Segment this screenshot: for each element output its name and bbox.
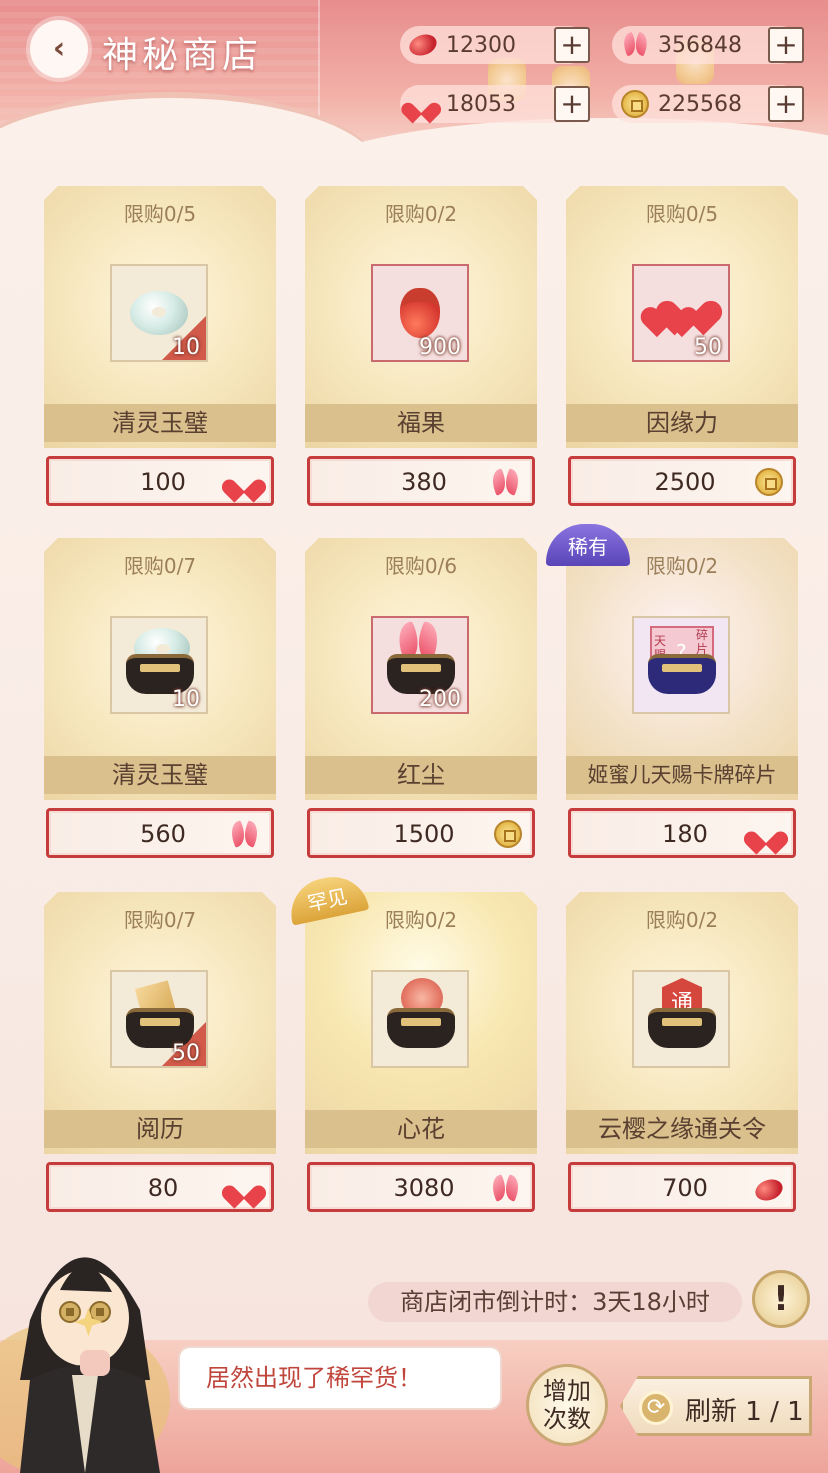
- shop-item[interactable]: 限购0/7 10 清灵玉璧 560: [44, 538, 276, 860]
- currency-value: 225568: [658, 91, 742, 117]
- page-title: 神秘商店: [102, 35, 263, 76]
- item-quantity: 200: [419, 687, 461, 712]
- buy-button[interactable]: 1500: [307, 808, 535, 858]
- rarity-label: 稀有: [568, 534, 608, 559]
- buy-button[interactable]: 100: [46, 456, 274, 506]
- item-name: 福果: [305, 404, 537, 442]
- coin-icon: [620, 89, 650, 119]
- butterfly-icon: [490, 1174, 522, 1210]
- currency-value: 356848: [658, 32, 742, 58]
- buy-button[interactable]: 380: [307, 456, 535, 506]
- refresh-button[interactable]: ⟳ 刷新 1 / 1: [620, 1376, 812, 1436]
- add-count-label-1: 增加: [543, 1377, 591, 1405]
- hearts-icon: [651, 288, 711, 338]
- shop-close-countdown: 商店闭市倒计时：3天18小时: [368, 1282, 742, 1322]
- butterfly-icon: [620, 30, 650, 60]
- purchase-limit: 限购0/5: [123, 202, 197, 226]
- item-quantity: 900: [419, 335, 461, 360]
- shop-item[interactable]: 限购0/7 50 阅历 80: [44, 892, 276, 1214]
- item-quantity: 10: [172, 687, 200, 712]
- refresh-icon: ⟳: [639, 1391, 673, 1425]
- buy-button[interactable]: 2500: [568, 456, 796, 506]
- item-name: 因缘力: [566, 404, 798, 442]
- item-name: 清灵玉璧: [44, 404, 276, 442]
- add-count-button[interactable]: 增加 次数: [526, 1364, 608, 1446]
- refresh-label: 刷新 1 / 1: [685, 1397, 804, 1427]
- red-bean-icon: [752, 1174, 786, 1206]
- header-bar: [0, 0, 828, 160]
- purchase-limit: 限购0/2: [645, 908, 719, 932]
- item-quantity: 50: [172, 1041, 200, 1066]
- add-coin-button[interactable]: +: [768, 86, 804, 122]
- pouch-icon: [648, 1008, 716, 1048]
- pouch-icon: [648, 654, 716, 694]
- coin-icon: [755, 468, 783, 502]
- chevron-left-icon: ‹: [52, 31, 66, 66]
- item-slot: 天赐 碎片 ?: [632, 616, 730, 714]
- buy-button[interactable]: 180: [568, 808, 796, 858]
- rarity-label: 罕见: [305, 883, 350, 916]
- buy-button[interactable]: 560: [46, 808, 274, 858]
- item-slot: 10: [110, 264, 208, 362]
- buy-button[interactable]: 700: [568, 1162, 796, 1212]
- item-slot: 通: [632, 970, 730, 1068]
- back-button[interactable]: ‹: [30, 20, 88, 78]
- currency-value: 18053: [446, 91, 516, 117]
- purchase-limit: 限购0/7: [123, 554, 197, 578]
- add-count-label-2: 次数: [543, 1405, 591, 1433]
- item-slot: 10: [110, 616, 208, 714]
- item-slot: 50: [632, 264, 730, 362]
- npc-speech-bubble: 居然出现了稀罕货！: [178, 1346, 502, 1410]
- pouch-icon: [387, 1008, 455, 1048]
- add-red-bean-button[interactable]: +: [554, 27, 590, 63]
- add-butterfly-button[interactable]: +: [768, 27, 804, 63]
- item-name: 姬蜜儿天赐卡牌碎片: [566, 756, 798, 794]
- item-quantity: 50: [694, 335, 722, 360]
- acorn-icon: [400, 288, 440, 338]
- shop-item[interactable]: 限购0/2 通 云樱之缘通关令 700: [566, 892, 798, 1214]
- add-heart-button[interactable]: +: [554, 86, 590, 122]
- fragment-label-right: 碎片: [696, 628, 709, 656]
- purchase-limit: 限购0/5: [645, 202, 719, 226]
- shop-item[interactable]: 限购0/5 10 清灵玉璧 100: [44, 186, 276, 508]
- item-name: 云樱之缘通关令: [566, 1110, 798, 1148]
- info-button[interactable]: !: [752, 1270, 810, 1328]
- heart-icon: [231, 1174, 261, 1206]
- shop-item[interactable]: 限购0/5 50 因缘力 2500: [566, 186, 798, 508]
- purchase-limit: 限购0/7: [123, 908, 197, 932]
- header-arch-decor: [300, 118, 828, 160]
- heart-icon: [408, 89, 438, 119]
- jade-disc-icon: [130, 291, 188, 335]
- item-slot: 900: [371, 264, 469, 362]
- purchase-limit: 限购0/6: [384, 554, 458, 578]
- coin-icon: [494, 820, 522, 854]
- shop-item[interactable]: 限购0/2 心花 3080: [305, 892, 537, 1214]
- item-slot: 50: [110, 970, 208, 1068]
- item-name: 心花: [305, 1110, 537, 1148]
- purchase-limit: 限购0/2: [384, 202, 458, 226]
- heart-icon: [231, 468, 261, 500]
- shop-item[interactable]: 限购0/6 200 红尘 1500: [305, 538, 537, 860]
- butterfly-icon: [229, 820, 261, 856]
- shopkeeper-avatar: [0, 1200, 180, 1473]
- item-slot: [371, 970, 469, 1068]
- item-name: 红尘: [305, 756, 537, 794]
- butterfly-icon: [490, 468, 522, 504]
- item-slot: 200: [371, 616, 469, 714]
- rarity-badge-rare: 稀有: [546, 524, 630, 566]
- item-name: 清灵玉璧: [44, 756, 276, 794]
- red-bean-icon: [406, 30, 440, 60]
- currency-value: 12300: [446, 32, 516, 58]
- buy-button[interactable]: 3080: [307, 1162, 535, 1212]
- item-quantity: 10: [172, 335, 200, 360]
- heart-icon: [753, 820, 783, 852]
- shop-item[interactable]: 限购0/2 天赐 碎片 ? 姬蜜儿天赐卡牌碎片 180: [566, 538, 798, 860]
- shop-item[interactable]: 限购0/2 900 福果 380: [305, 186, 537, 508]
- item-name: 阅历: [44, 1110, 276, 1148]
